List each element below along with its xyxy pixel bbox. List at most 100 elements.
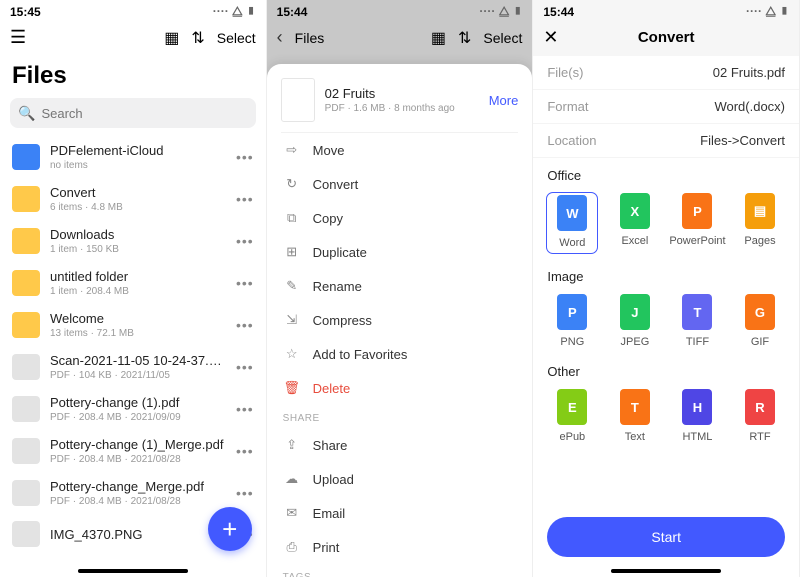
sort-icon[interactable]: ⇅ — [458, 28, 471, 48]
page-title: Convert — [638, 29, 695, 46]
print-icon: ⎙ — [283, 539, 301, 555]
list-item[interactable]: Pottery-change (1)_Merge.pdf PDF · 208.4… — [0, 430, 266, 472]
format-label: Excel — [621, 235, 648, 247]
format-word[interactable]: WWord — [547, 193, 597, 253]
more-icon[interactable]: ••• — [236, 275, 254, 291]
file-icon — [12, 438, 40, 464]
format-label: Word — [559, 237, 585, 249]
format-icon: P — [682, 193, 712, 229]
move-icon: ⇨ — [283, 142, 301, 158]
list-item[interactable]: Pottery-change (1).pdf PDF · 208.4 MB · … — [0, 388, 266, 430]
more-icon[interactable]: ••• — [236, 191, 254, 207]
folder-icon — [12, 270, 40, 296]
more-icon[interactable]: ••• — [236, 149, 254, 165]
upload-action[interactable]: ☁Upload — [281, 462, 519, 496]
list-item[interactable]: untitled folder 1 item · 208.4 MB ••• — [0, 262, 266, 304]
format-icon: R — [745, 389, 775, 425]
add-button[interactable]: + — [208, 507, 252, 551]
item-name: Scan-2021-11-05 10-24-37.pdf — [50, 353, 226, 368]
status-time: 15:44 — [543, 5, 574, 19]
select-button[interactable]: Select — [483, 30, 522, 46]
add-to-favorites-icon: ☆ — [283, 346, 301, 362]
status-time: 15:44 — [277, 5, 308, 19]
file-list[interactable]: PDFelement-iCloud no items ••• Convert 6… — [0, 136, 266, 567]
list-item[interactable]: Convert 6 items · 4.8 MB ••• — [0, 178, 266, 220]
grid-view-icon[interactable]: ▦ — [164, 28, 179, 48]
search-input[interactable] — [41, 106, 247, 121]
grid-view-icon[interactable]: ▦ — [431, 28, 446, 48]
format-excel[interactable]: XExcel — [610, 193, 660, 253]
format-label: Text — [625, 431, 645, 443]
file-header: 02 Fruits PDF · 1.6 MB · 8 months ago Mo… — [281, 74, 519, 133]
status-time: 15:45 — [10, 5, 41, 19]
rename-action[interactable]: ✎Rename — [281, 269, 519, 303]
more-icon[interactable]: ••• — [236, 359, 254, 375]
format-label: GIF — [751, 336, 769, 348]
back-label[interactable]: Files — [295, 30, 325, 46]
compress-action[interactable]: ⇲ Compress — [281, 303, 519, 337]
format-jpeg[interactable]: JJPEG — [610, 294, 660, 348]
convert-icon: ↻ — [283, 176, 301, 192]
more-icon[interactable]: ••• — [236, 317, 254, 333]
more-icon[interactable]: ••• — [236, 443, 254, 459]
sort-icon[interactable]: ⇅ — [191, 28, 204, 48]
format-html[interactable]: HHTML — [672, 389, 722, 443]
action-label: Compress — [313, 313, 372, 328]
duplicate-action[interactable]: ⊞Duplicate — [281, 235, 519, 269]
delete-action[interactable]: 🗑Delete — [281, 371, 519, 405]
convert-action[interactable]: ↻ Convert — [281, 167, 519, 201]
item-meta: PDF · 208.4 MB · 2021/09/09 — [50, 412, 226, 423]
action-label: Convert — [313, 177, 359, 192]
list-item[interactable]: PDFelement-iCloud no items ••• — [0, 136, 266, 178]
format-label: Pages — [744, 235, 775, 247]
add-to-favorites-action[interactable]: ☆Add to Favorites — [281, 337, 519, 371]
more-icon[interactable]: ••• — [236, 485, 254, 501]
format-powerpoint[interactable]: PPowerPoint — [672, 193, 722, 253]
compress-icon: ⇲ — [283, 312, 301, 328]
file-name: 02 Fruits — [325, 86, 479, 101]
format-png[interactable]: PPNG — [547, 294, 597, 348]
start-button[interactable]: Start — [547, 517, 785, 557]
format-tiff[interactable]: TTIFF — [672, 294, 722, 348]
share-icon: ⇪ — [283, 437, 301, 453]
list-item[interactable]: Downloads 1 item · 150 KB ••• — [0, 220, 266, 262]
format-gif[interactable]: G GIF — [735, 294, 785, 348]
list-item[interactable]: Scan-2021-11-05 10-24-37.pdf PDF · 104 K… — [0, 346, 266, 388]
item-meta: PDF · 208.4 MB · 2021/08/28 — [50, 454, 226, 465]
format-pages[interactable]: ▤Pages — [735, 193, 785, 253]
action-label: Email — [313, 506, 346, 521]
nav-bar: ‹ Files ▦ ⇅ Select — [267, 21, 533, 56]
folder-icon — [12, 186, 40, 212]
format-text[interactable]: TText — [610, 389, 660, 443]
more-icon[interactable]: ••• — [236, 401, 254, 417]
nav-bar: ✕ Convert — [533, 21, 799, 56]
property-key: Location — [547, 133, 596, 148]
item-name: IMG_4370.PNG — [50, 527, 226, 542]
email-action[interactable]: ✉Email — [281, 496, 519, 530]
select-button[interactable]: Select — [217, 30, 256, 46]
item-name: Convert — [50, 185, 226, 200]
format-icon: G — [745, 294, 775, 330]
list-item[interactable]: Welcome 13 items · 72.1 MB ••• — [0, 304, 266, 346]
tags-header: TAGS — [281, 564, 519, 577]
item-meta: PDF · 104 KB · 2021/11/05 — [50, 370, 226, 381]
print-action[interactable]: ⎙Print — [281, 530, 519, 564]
status-bar: 15:44 ···· ⧋ ▮ — [267, 0, 533, 21]
action-label: Duplicate — [313, 245, 367, 260]
back-icon[interactable]: ‹ — [277, 27, 283, 48]
item-name: Downloads — [50, 227, 226, 242]
format-rtf[interactable]: RRTF — [735, 389, 785, 443]
copy-action[interactable]: ⧉Copy — [281, 201, 519, 235]
action-sheet: 02 Fruits PDF · 1.6 MB · 8 months ago Mo… — [267, 64, 533, 577]
more-icon[interactable]: ••• — [236, 233, 254, 249]
share-action[interactable]: ⇪Share — [281, 428, 519, 462]
format-epub[interactable]: EePub — [547, 389, 597, 443]
page-title: Files — [0, 56, 266, 98]
move-action[interactable]: ⇨Move — [281, 133, 519, 167]
close-icon[interactable]: ✕ — [543, 27, 558, 48]
more-link[interactable]: More — [489, 93, 519, 108]
home-indicator — [611, 569, 721, 573]
convert-pane: 15:44 ···· ⧋ ▮ ✕ Convert File(s)02 Fruit… — [533, 0, 800, 577]
search-bar[interactable]: 🔍 — [10, 98, 256, 128]
menu-icon[interactable]: ☰ — [10, 27, 26, 48]
